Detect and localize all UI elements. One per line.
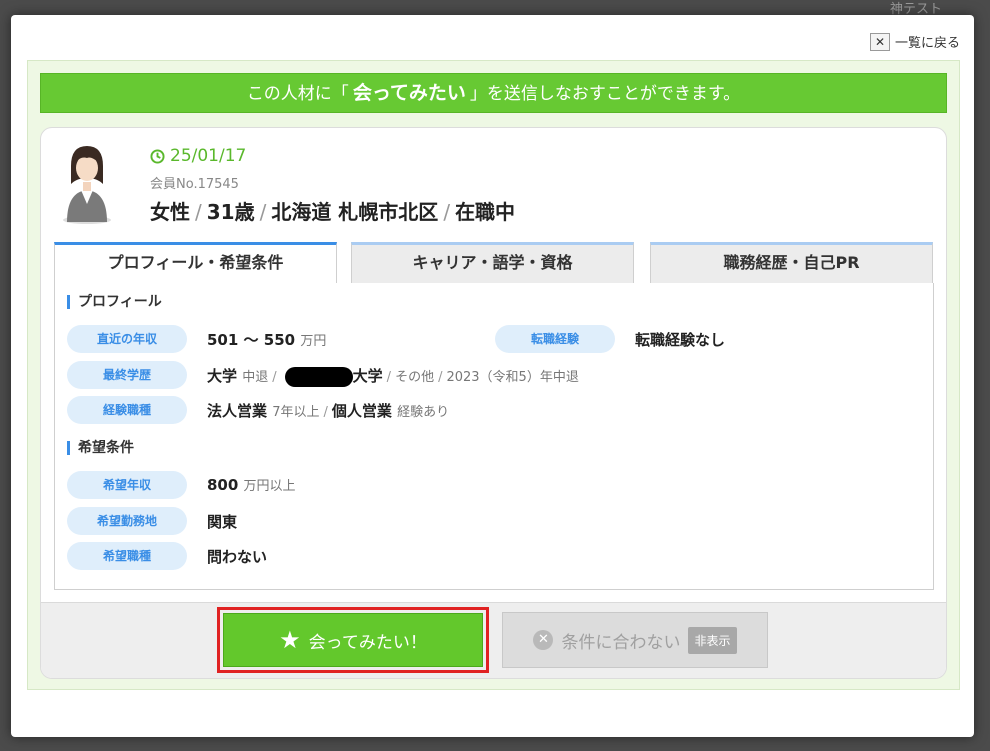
meet-button-label: 会ってみたい！ [308, 632, 427, 653]
banner-prefix: この人材に「 [246, 84, 349, 104]
action-footer: ★ 会ってみたい！ ✕ 条件に合わない 非表示 [41, 602, 946, 678]
experience-value: 法人営業 7年以上 / 個人営業 経験あり [207, 402, 450, 420]
not-matching-label: 条件に合わない [561, 632, 681, 653]
job-change-value: 転職経験なし [635, 331, 726, 349]
close-icon[interactable]: ✕ [869, 32, 890, 51]
desired-location-value: 関東 [207, 513, 238, 531]
label-education: 最終学歴 [67, 361, 187, 389]
avatar [63, 146, 111, 224]
gender: 女性 [150, 200, 190, 224]
label-desired-location: 希望勤務地 [67, 507, 187, 535]
label-job-change: 転職経験 [495, 325, 615, 353]
meet-button[interactable]: ★ 会ってみたい！ [223, 613, 483, 667]
label-desired-income: 希望年収 [67, 471, 187, 499]
close-circle-icon: ✕ [533, 630, 554, 650]
desired-job-value: 問わない [207, 548, 268, 566]
banner-strong: 会ってみたい [352, 82, 466, 104]
profile-tabs: プロフィール・希望条件 キャリア・語学・資格 職務経歴・自己PR [54, 242, 934, 285]
tab-content: プロフィール 直近の年収 501 ～ 550 万円 転職経験 転職経験なし 最終… [54, 283, 934, 590]
back-to-list-link[interactable]: ✕ 一覧に戻る [869, 32, 960, 51]
current-income-value: 501 ～ 550 万円 [207, 331, 327, 349]
modal-content-panel: この人材に「 会ってみたい 」を送信しなおすことができます。 25/01/17 会員… [27, 60, 960, 690]
age: 31歳 [206, 200, 255, 224]
tab-career[interactable]: キャリア・語学・資格 [351, 242, 634, 284]
back-to-list-label: 一覧に戻る [894, 36, 960, 51]
resend-banner: この人材に「 会ってみたい 」を送信しなおすことができます。 [40, 73, 947, 113]
section-title-wishes: 希望条件 [67, 441, 134, 455]
label-desired-job: 希望職種 [67, 542, 187, 570]
tab-history[interactable]: 職務経歴・自己PR [650, 242, 933, 284]
tab-profile[interactable]: プロフィール・希望条件 [54, 242, 337, 285]
label-current-income: 直近の年収 [67, 325, 187, 353]
desired-income-value: 800 万円以上 [207, 476, 296, 494]
location: 北海道 札幌市北区 [271, 200, 439, 224]
registration-date: 25/01/17 [150, 146, 246, 166]
not-matching-button[interactable]: ✕ 条件に合わない 非表示 [502, 612, 768, 668]
candidate-modal: ✕ 一覧に戻る この人材に「 会ってみたい 」を送信しなおすことができます。 2… [11, 15, 974, 737]
meet-button-highlight: ★ 会ってみたい！ [217, 607, 489, 673]
hide-badge: 非表示 [688, 626, 737, 654]
redacted-school [284, 366, 353, 387]
label-experience: 経験職種 [67, 396, 187, 424]
clock-icon [150, 148, 165, 164]
employment-status: 在職中 [455, 200, 516, 224]
education-value: 大学 中退 / 大学 / その他/2023（令和5）年中退 [207, 366, 579, 387]
date-value: 25/01/17 [170, 146, 247, 166]
candidate-summary: 女性/31歳 / 北海道 札幌市北区 / 在職中 [150, 200, 516, 224]
star-icon: ★ [279, 626, 301, 654]
candidate-card: 25/01/17 会員No.17545 女性/31歳 / 北海道 札幌市北区 / 在職中… [40, 127, 947, 679]
member-number: 会員No.17545 [150, 177, 239, 192]
banner-suffix: 」を送信しなおすことができます。 [469, 84, 741, 104]
section-title-profile: プロフィール [67, 295, 162, 309]
